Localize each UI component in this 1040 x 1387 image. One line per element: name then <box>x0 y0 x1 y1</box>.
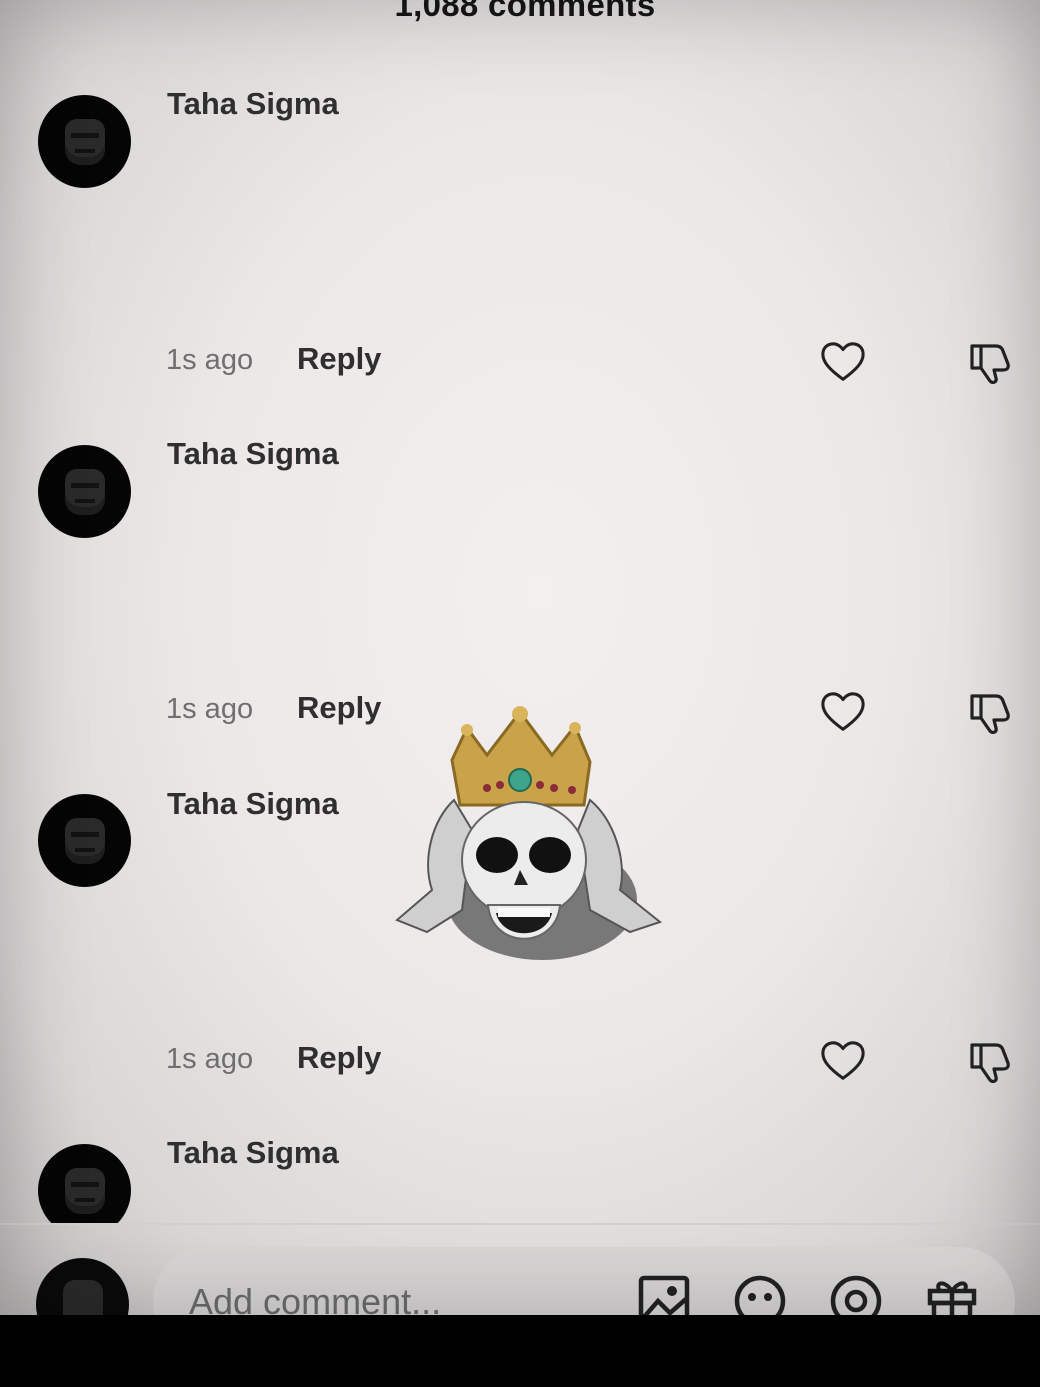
mention-icon[interactable] <box>828 1273 884 1315</box>
add-comment-input[interactable] <box>153 1247 1015 1315</box>
emoji-icon[interactable] <box>732 1273 788 1315</box>
current-user-avatar <box>36 1258 129 1315</box>
comment-username[interactable]: Taha Sigma <box>167 1135 339 1171</box>
add-comment-bar <box>0 1225 1040 1315</box>
avatar[interactable] <box>38 445 131 538</box>
avatar[interactable] <box>38 95 131 188</box>
comment-username[interactable]: Taha Sigma <box>167 786 339 822</box>
letterbox-bar <box>0 1315 1040 1387</box>
comment-item: Taha Sigma 1s ago Reply <box>0 0 1040 385</box>
avatar[interactable] <box>38 794 131 887</box>
gift-icon[interactable] <box>924 1273 980 1315</box>
avatar[interactable] <box>38 1144 131 1223</box>
comments-screen: 1,088 comments Taha Sigma 1s ago Reply T… <box>0 0 1040 1315</box>
comment-item: Taha Sigma 1s ago Reply <box>0 700 1040 1084</box>
comment-item: Taha Sigma 1s ago Reply <box>0 350 1040 735</box>
comment-username[interactable]: Taha Sigma <box>167 436 339 472</box>
comment-username[interactable]: Taha Sigma <box>167 86 339 122</box>
image-icon[interactable] <box>636 1273 692 1315</box>
comment-item: Taha Sigma <box>0 1050 1040 1223</box>
